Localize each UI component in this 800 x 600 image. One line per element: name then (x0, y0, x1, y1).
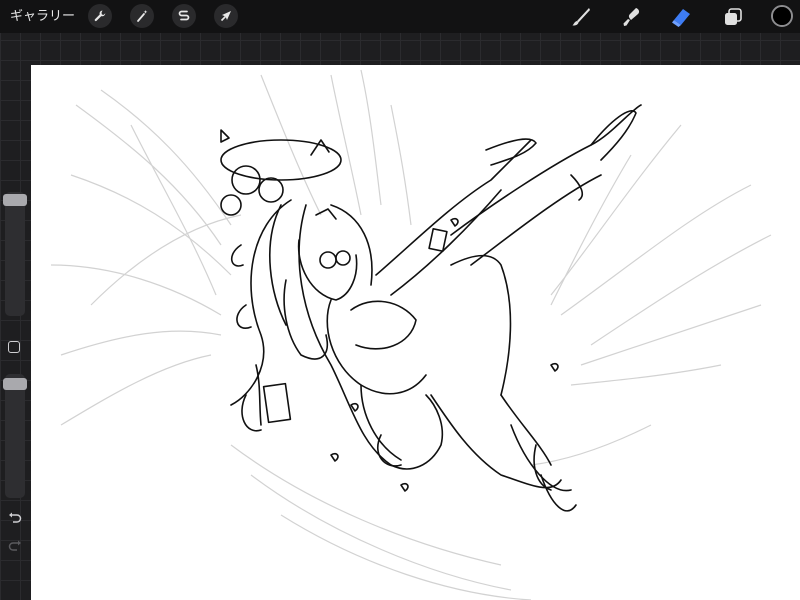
redo-button[interactable] (6, 538, 24, 554)
color-picker-button[interactable] (771, 5, 793, 27)
brush-size-handle[interactable] (3, 194, 27, 206)
selection-button[interactable] (172, 4, 196, 28)
undo-button[interactable] (6, 510, 24, 526)
magic-wand-icon (137, 10, 148, 22)
redo-icon (8, 540, 21, 551)
line-art-drawing (50, 69, 772, 600)
transform-arrow-icon (220, 11, 231, 22)
active-color-swatch (773, 7, 791, 25)
left-sidebar (0, 186, 28, 560)
modify-button[interactable] (8, 341, 20, 353)
brush-icon (572, 8, 590, 26)
smudge-button[interactable] (618, 4, 644, 30)
drawing-canvas[interactable] (31, 65, 800, 600)
eraser-icon (672, 9, 690, 27)
wrench-icon (94, 10, 106, 22)
gallery-button[interactable]: ギャラリー (10, 8, 75, 26)
opacity-slider[interactable] (3, 374, 27, 498)
selection-icon (178, 10, 190, 21)
undo-icon (9, 512, 22, 523)
brush-button[interactable] (568, 4, 594, 30)
eraser-button[interactable] (668, 4, 694, 30)
layers-icon (725, 8, 742, 25)
smudge-icon (623, 8, 640, 26)
top-toolbar: ギャラリー (0, 0, 800, 33)
layers-button[interactable] (720, 4, 746, 30)
actions-button[interactable] (88, 4, 112, 28)
opacity-handle[interactable] (3, 378, 27, 390)
brush-size-slider[interactable] (3, 192, 27, 316)
adjustments-button[interactable] (130, 4, 154, 28)
transform-button[interactable] (214, 4, 238, 28)
